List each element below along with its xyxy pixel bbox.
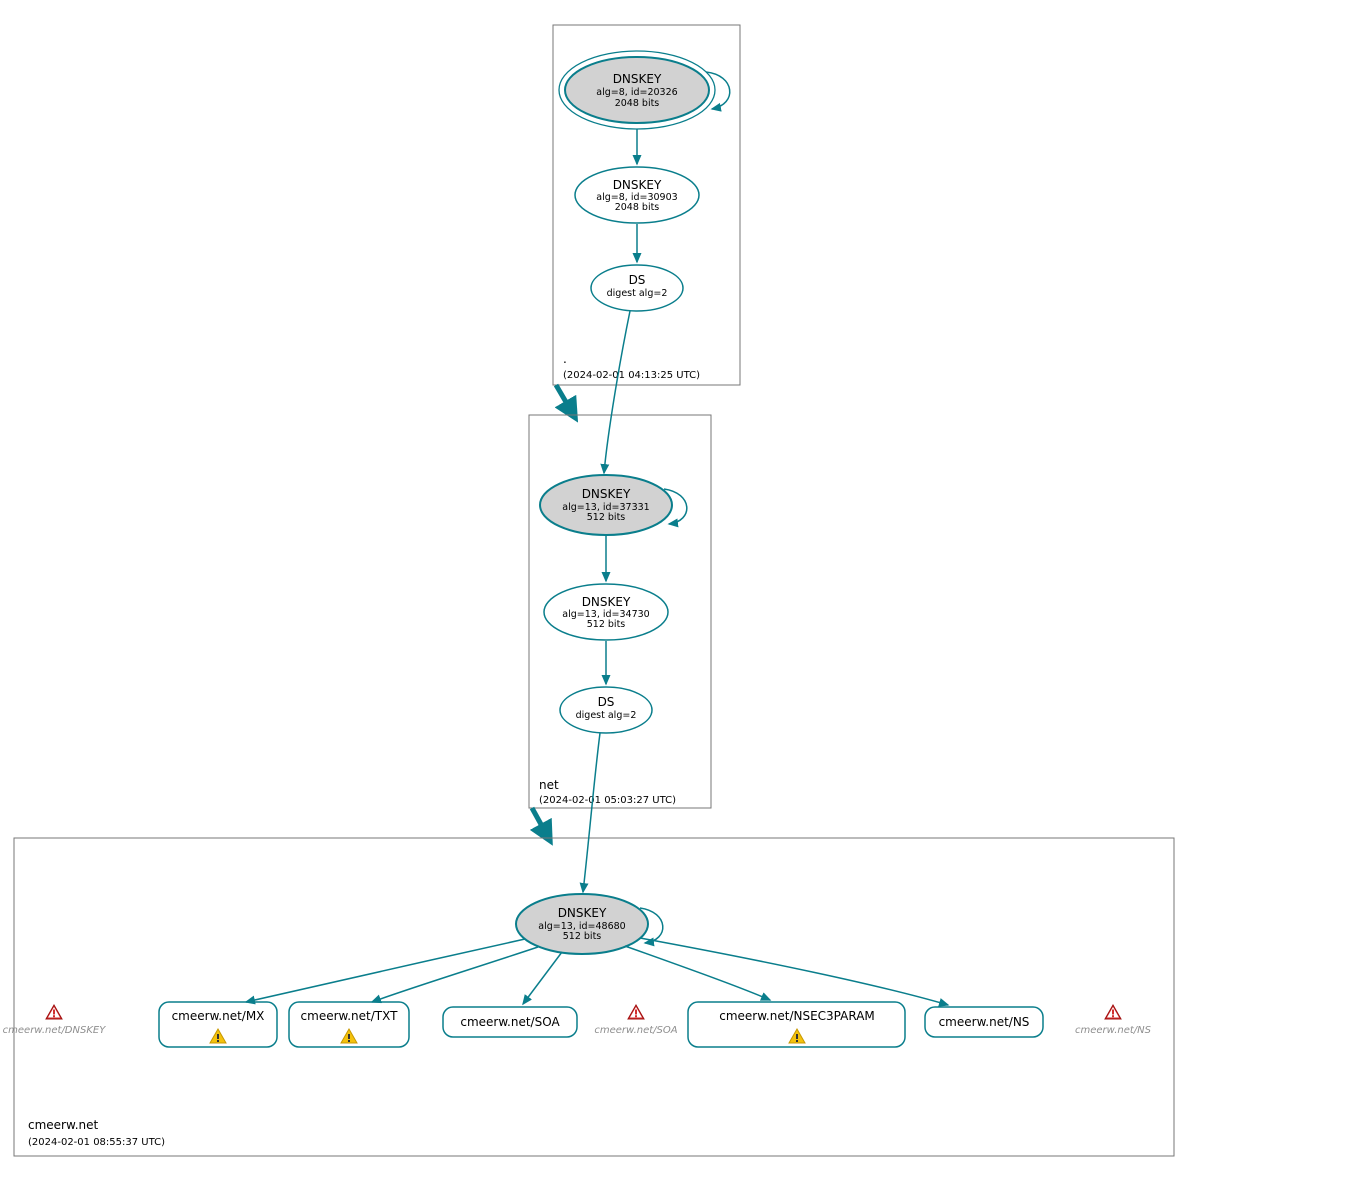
svg-text:DS: DS [629,273,646,287]
svg-text:512 bits: 512 bits [587,619,626,630]
rr-nsec3param[interactable]: cmeerw.net/NSEC3PARAM [688,1002,905,1047]
edge-deleg-root-net [556,385,573,414]
rr-soa[interactable]: cmeerw.net/SOA [443,1007,577,1037]
svg-text:alg=8, id=20326: alg=8, id=20326 [596,87,677,98]
zone-leaf-name: cmeerw.net [28,1118,99,1132]
zone-root-name: . [563,352,567,366]
svg-text:DNSKEY: DNSKEY [582,595,631,609]
svg-text:DNSKEY: DNSKEY [613,72,662,86]
edge-ksk-ns [640,938,948,1005]
node-net-ksk[interactable]: DNSKEY alg=13, id=37331 512 bits [540,475,672,535]
svg-text:digest alg=2: digest alg=2 [576,710,637,721]
rr-mx[interactable]: cmeerw.net/MX [159,1002,277,1047]
svg-text:digest alg=2: digest alg=2 [607,288,668,299]
dnssec-graph: . (2024-02-01 04:13:25 UTC) DNSKEY alg=8… [0,0,1345,1183]
svg-text:DNSKEY: DNSKEY [582,487,631,501]
svg-text:DNSKEY: DNSKEY [613,178,662,192]
svg-text:DNSKEY: DNSKEY [558,906,607,920]
svg-text:512 bits: 512 bits [563,931,602,942]
edge-root-ds-net-ksk [604,311,630,473]
node-net-ds[interactable]: DS digest alg=2 [560,687,652,733]
error-soa[interactable]: cmeerw.net/SOA [594,1005,677,1036]
node-leaf-ksk[interactable]: DNSKEY alg=13, id=48680 512 bits [516,894,648,954]
svg-text:DS: DS [598,695,615,709]
edge-ksk-n3p [625,946,770,1000]
zone-net-name: net [539,778,559,792]
svg-text:cmeerw.net/NS: cmeerw.net/NS [939,1015,1030,1029]
edge-ksk-mx [246,939,525,1002]
error-ns[interactable]: cmeerw.net/NS [1075,1005,1152,1036]
zone-root-date: (2024-02-01 04:13:25 UTC) [563,370,700,381]
svg-text:2048 bits: 2048 bits [615,202,660,213]
edge-deleg-net-leaf [532,808,548,837]
svg-text:cmeerw.net/SOA: cmeerw.net/SOA [594,1025,677,1036]
error-dnskey[interactable]: cmeerw.net/DNSKEY [3,1005,107,1036]
zone-leaf-date: (2024-02-01 08:55:37 UTC) [28,1137,165,1148]
svg-text:cmeerw.net/TXT: cmeerw.net/TXT [301,1009,399,1023]
zone-leaf-box [14,838,1174,1156]
svg-text:512 bits: 512 bits [587,512,626,523]
zone-net-date: (2024-02-01 05:03:27 UTC) [539,795,676,806]
svg-text:cmeerw.net/NSEC3PARAM: cmeerw.net/NSEC3PARAM [719,1009,875,1023]
node-root-zsk[interactable]: DNSKEY alg=8, id=30903 2048 bits [575,167,699,223]
node-root-ksk[interactable]: DNSKEY alg=8, id=20326 2048 bits [559,51,715,129]
rr-ns[interactable]: cmeerw.net/NS [925,1007,1043,1037]
edge-net-ds-leaf-ksk [583,733,600,892]
rr-txt[interactable]: cmeerw.net/TXT [289,1002,409,1047]
svg-text:cmeerw.net/NS: cmeerw.net/NS [1075,1025,1152,1036]
svg-text:2048 bits: 2048 bits [615,98,660,109]
svg-text:cmeerw.net/SOA: cmeerw.net/SOA [460,1015,560,1029]
node-root-ds[interactable]: DS digest alg=2 [591,265,683,311]
svg-text:cmeerw.net/MX: cmeerw.net/MX [172,1009,265,1023]
svg-text:cmeerw.net/DNSKEY: cmeerw.net/DNSKEY [3,1025,107,1036]
edge-ksk-soa [523,952,562,1004]
node-net-zsk[interactable]: DNSKEY alg=13, id=34730 512 bits [544,584,668,640]
